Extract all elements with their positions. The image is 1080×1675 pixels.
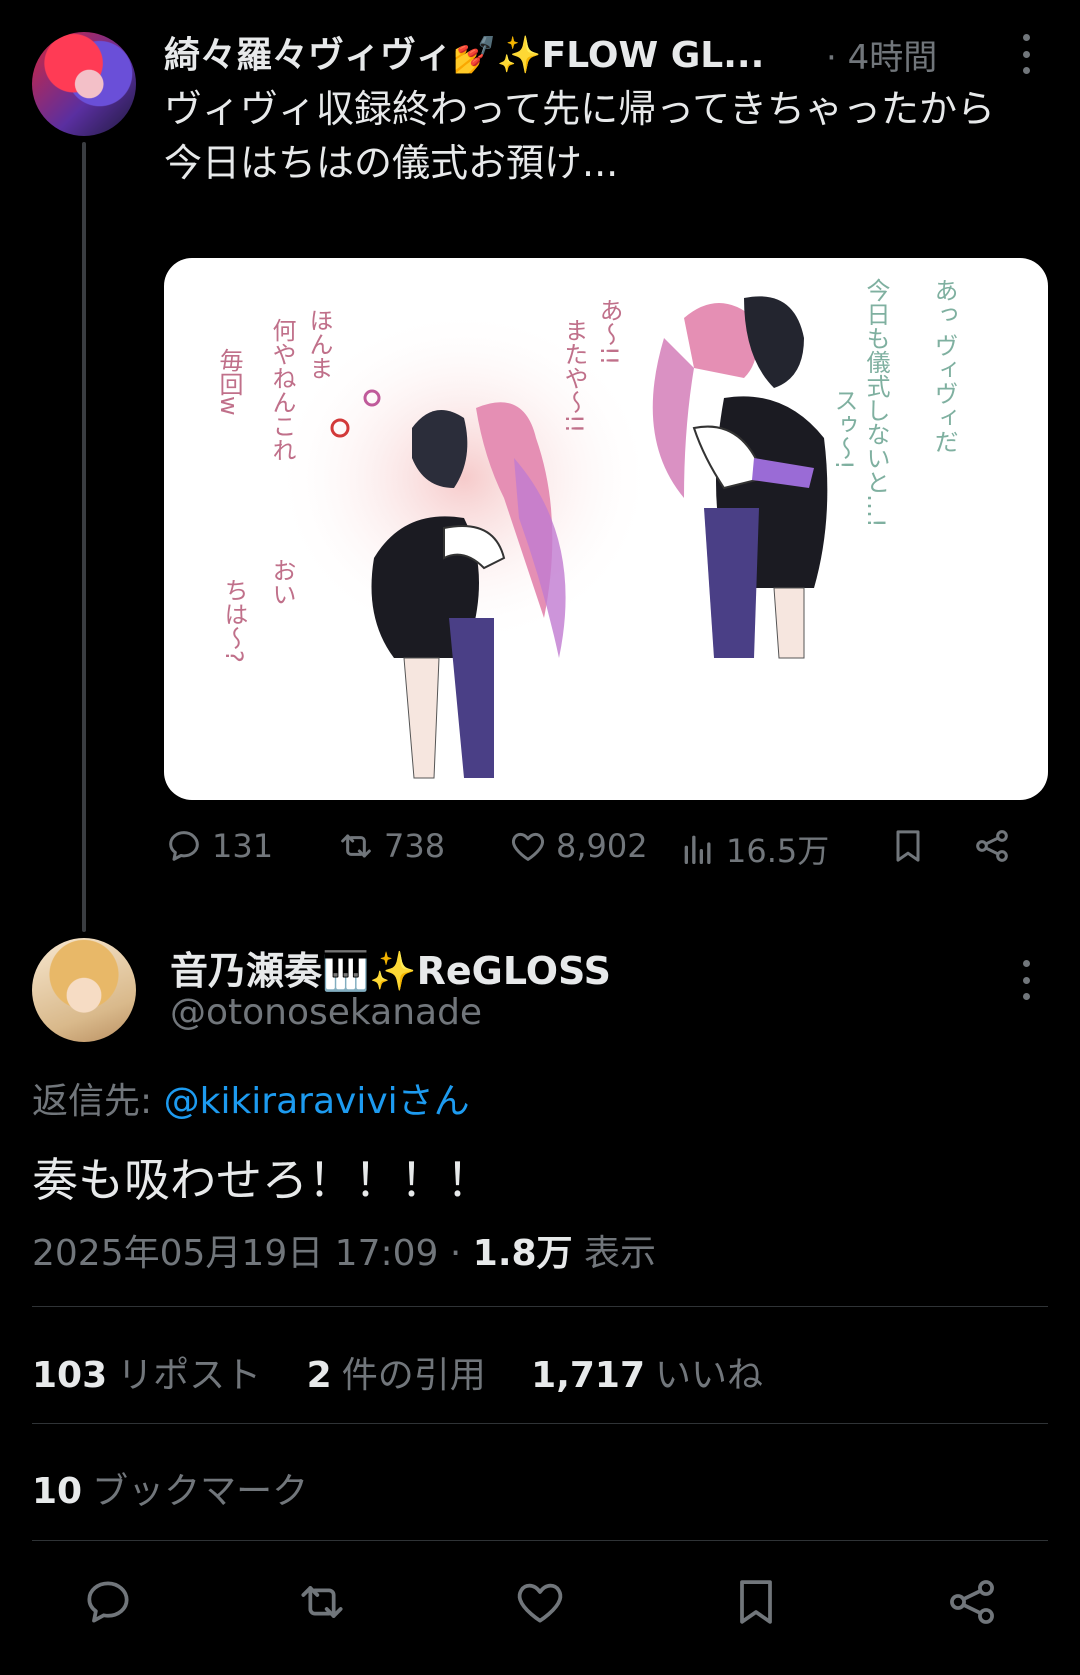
- reply-icon: [169, 831, 199, 861]
- repost-icon: [301, 1586, 343, 1618]
- tweet-text: ヴィヴィ収録終わって先に帰ってきちゃったから 今日はちはの儀式お預け...: [164, 82, 1064, 190]
- like-icon: [517, 1583, 563, 1623]
- repost-count: 738: [384, 827, 446, 865]
- bookmark-button[interactable]: [728, 1574, 784, 1630]
- quote-label: 件の引用: [341, 1355, 486, 1396]
- bookmark-icon: [896, 830, 920, 862]
- bookmark-icon: [740, 1580, 772, 1624]
- like-label: いいね: [655, 1355, 764, 1396]
- avatar[interactable]: [32, 938, 136, 1042]
- illustration-text: ちは〜?: [220, 578, 248, 663]
- tweet-text: 奏も吸わせろ！！！！: [32, 1153, 492, 1207]
- illustration-text: あ〜!!: [595, 298, 623, 365]
- more-icon[interactable]: [1022, 960, 1030, 1000]
- avatar[interactable]: [32, 32, 136, 136]
- illustration-text: おい: [268, 558, 296, 606]
- views-button[interactable]: 16.5万: [678, 826, 829, 872]
- timestamp[interactable]: 2025年05月19日 17:09: [32, 1233, 438, 1274]
- illustration-text: 何やねんこれ: [268, 318, 296, 462]
- repost-button[interactable]: 738: [336, 826, 445, 866]
- views-label: 表示: [584, 1233, 657, 1274]
- tweet-text-line: 今日はちはの儀式お預け...: [164, 141, 619, 185]
- like-button[interactable]: [512, 1574, 568, 1630]
- illustration-text: 毎回w: [215, 348, 243, 416]
- bookmark-button[interactable]: [888, 826, 928, 866]
- illustration-text: 今日も儀式しないと…!: [862, 278, 890, 528]
- user-handle[interactable]: @otonosekanade: [170, 992, 482, 1033]
- repost-stat[interactable]: 103 リポスト: [32, 1355, 261, 1396]
- reply-to: 返信先: @kikiraraviviさん: [32, 1072, 470, 1124]
- engagement-stats: 103 リポスト 2 件の引用 1,717 いいね: [32, 1346, 763, 1398]
- views-icon: [684, 835, 711, 864]
- views-count: 1.8万: [472, 1233, 573, 1274]
- repost-count: 103: [32, 1355, 108, 1396]
- like-icon: [511, 832, 545, 861]
- reply-button[interactable]: [80, 1574, 136, 1630]
- like-button[interactable]: 8,902: [508, 826, 648, 866]
- like-stat[interactable]: 1,717 いいね: [531, 1355, 763, 1396]
- divider: [32, 1423, 1048, 1424]
- bookmark-stat[interactable]: 10 ブックマーク: [32, 1462, 308, 1514]
- like-count: 1,717: [531, 1355, 646, 1396]
- tweet-actions: [0, 1574, 1080, 1634]
- tweet-meta: 2025年05月19日 17:09 · 1.8万 表示: [32, 1233, 657, 1274]
- reply-to-mention[interactable]: @kikiraraviviさん: [164, 1081, 470, 1122]
- illustration-text: あっ ヴィヴィだ: [930, 278, 958, 454]
- illustration-text: ほんま: [305, 308, 333, 380]
- thread-connector-line: [82, 142, 86, 932]
- repost-icon: [341, 834, 371, 858]
- share-icon: [950, 1580, 994, 1624]
- views-count: 16.5万: [726, 832, 830, 870]
- tweet-text-line: ヴィヴィ収録終わって先に帰ってきちゃったから: [164, 87, 996, 131]
- illustration-text: スゥ〜!: [830, 388, 858, 470]
- repost-label: リポスト: [117, 1355, 262, 1396]
- reply-button[interactable]: 131: [164, 826, 273, 866]
- display-name[interactable]: 綺々羅々ヴィヴィ💅✨FLOW GL...: [164, 26, 764, 78]
- repost-button[interactable]: [294, 1574, 350, 1630]
- divider: [32, 1306, 1048, 1307]
- display-name[interactable]: 音乃瀬奏🎹✨ReGLOSS: [170, 940, 611, 995]
- share-button[interactable]: [944, 1574, 1000, 1630]
- reply-icon: [87, 1581, 129, 1623]
- bookmark-count: 10: [32, 1471, 83, 1512]
- illustration-text: またや〜!!: [560, 318, 588, 433]
- quote-count: 2: [306, 1355, 332, 1396]
- illustration: ほんま 何やねんこれ 毎回w おい ちは〜? あ〜!! またや〜!! あっ ヴィ…: [215, 278, 958, 779]
- reply-count: 131: [212, 827, 274, 865]
- bookmark-label: ブックマーク: [92, 1471, 309, 1512]
- reply-to-label: 返信先:: [32, 1081, 153, 1122]
- tweet-image[interactable]: ほんま 何やねんこれ 毎回w おい ちは〜? あ〜!! またや〜!! あっ ヴィ…: [164, 258, 1048, 800]
- tweet-actions: 131 738 8,902 16.5万: [164, 826, 1048, 882]
- more-icon[interactable]: [1022, 34, 1030, 74]
- tweet-time[interactable]: · 4時間: [826, 30, 937, 79]
- share-button[interactable]: [972, 826, 1012, 866]
- share-icon: [976, 830, 1008, 862]
- like-count: 8,902: [556, 827, 648, 865]
- quote-stat[interactable]: 2 件の引用: [307, 1355, 486, 1396]
- divider: [32, 1540, 1048, 1541]
